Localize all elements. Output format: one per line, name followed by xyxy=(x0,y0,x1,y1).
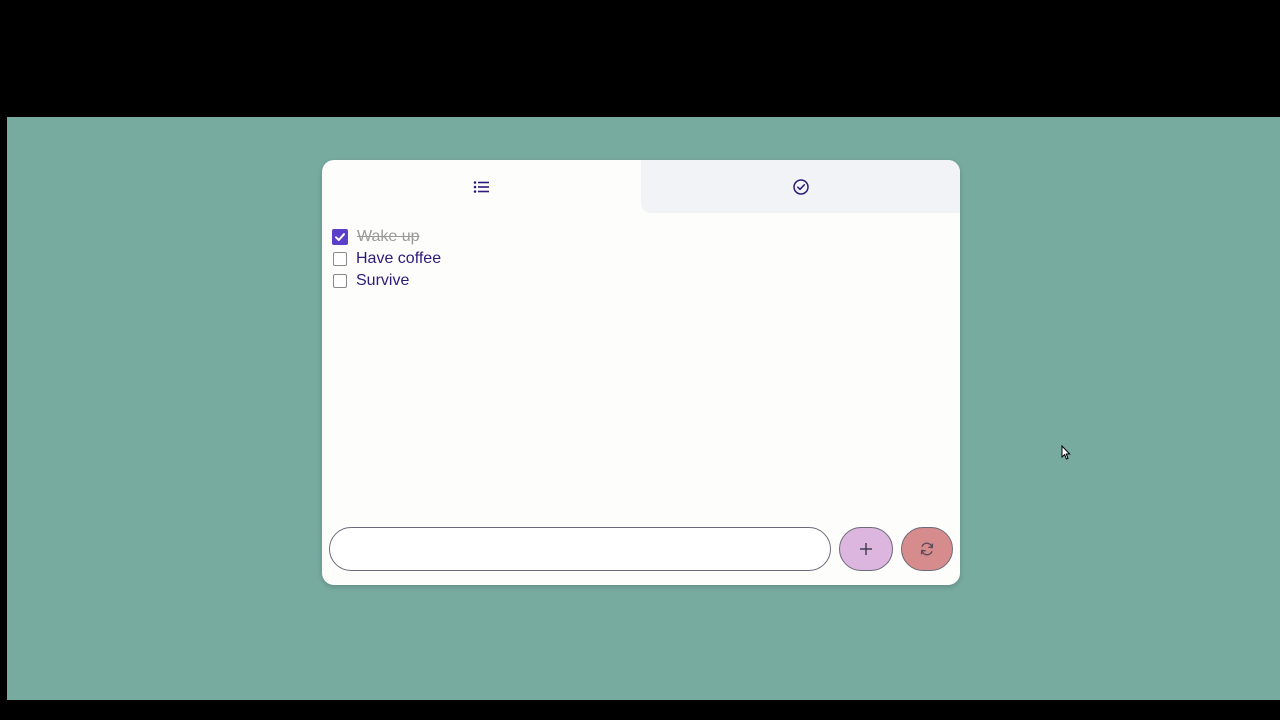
todo-list: Wake up Have coffee Survive xyxy=(332,226,932,292)
tab-all-items[interactable] xyxy=(322,160,641,213)
list-item: Have coffee xyxy=(332,248,932,270)
plus-icon xyxy=(860,543,872,555)
todo-checkbox[interactable] xyxy=(333,252,347,266)
todo-checkbox-checked[interactable] xyxy=(332,229,348,245)
list-icon xyxy=(473,180,489,193)
todo-label: Wake up xyxy=(357,228,420,245)
todo-checkbox[interactable] xyxy=(333,274,347,288)
tab-completed[interactable] xyxy=(641,160,960,213)
list-item: Survive xyxy=(332,270,932,292)
refresh-icon xyxy=(920,542,934,556)
new-todo-input[interactable] xyxy=(329,527,831,571)
checkmark-icon xyxy=(335,233,345,241)
todo-label: Survive xyxy=(356,272,410,289)
todo-card: Wake up Have coffee Survive xyxy=(322,160,960,585)
check-circle-icon xyxy=(792,178,809,195)
mouse-pointer-icon xyxy=(1061,445,1071,460)
list-item: Wake up xyxy=(332,226,932,248)
reset-button[interactable] xyxy=(901,527,953,571)
add-todo-button[interactable] xyxy=(839,527,893,571)
todo-label: Have coffee xyxy=(356,250,442,267)
tab-bar xyxy=(322,160,960,213)
